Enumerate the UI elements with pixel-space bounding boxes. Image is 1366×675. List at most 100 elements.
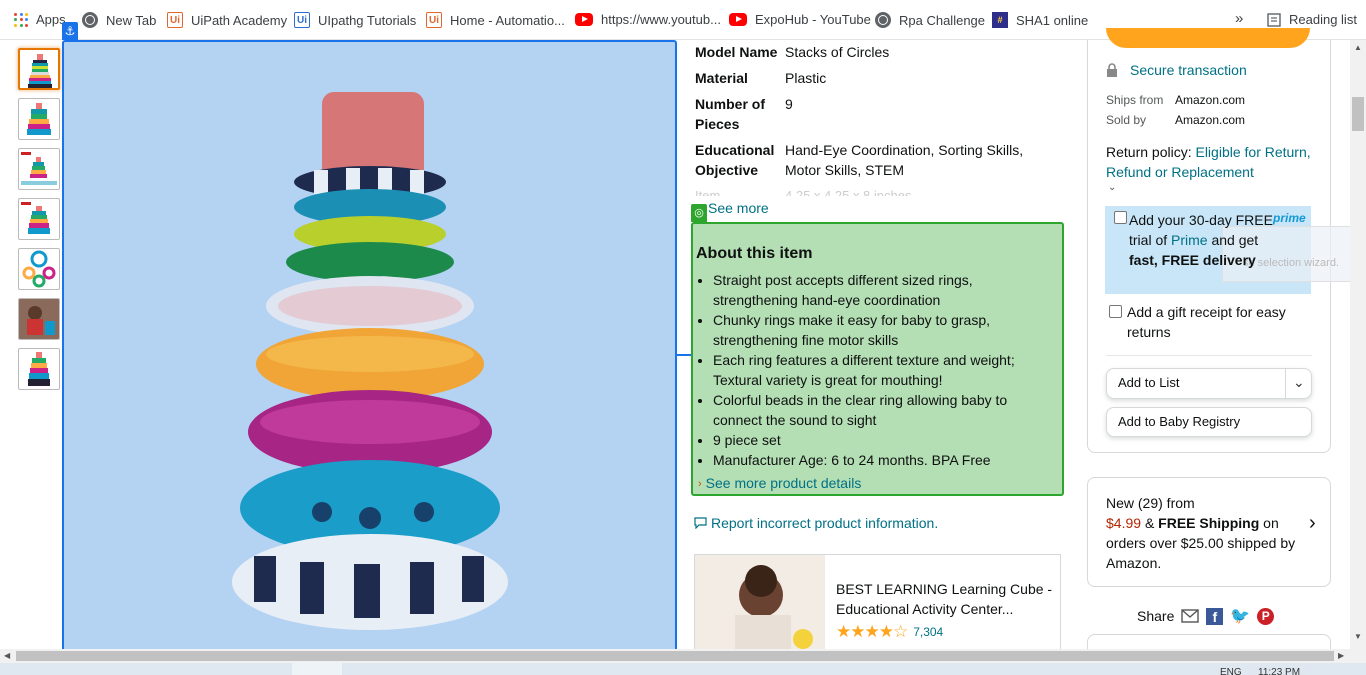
clock[interactable]: 11:23 PM [1258, 667, 1300, 675]
star-rating-icon: ★★★★☆ [836, 622, 908, 641]
bookmark-label: https://www.youtub... [601, 12, 721, 27]
share-row: Share f 🐦 P [1137, 606, 1275, 626]
uipath-icon: Ui [426, 12, 442, 28]
related-rating[interactable]: ★★★★☆ 7,304 [836, 622, 943, 642]
target-icon: ◎ [691, 204, 707, 222]
facebook-icon[interactable]: f [1206, 607, 1224, 625]
ships-from-label: Ships from [1106, 93, 1164, 107]
secure-label: Secure transaction [1130, 62, 1247, 78]
scrollbar-thumb[interactable] [16, 651, 1334, 661]
spec-value: 9 [785, 96, 793, 112]
chevron-down-icon[interactable]: ⌄ [1108, 182, 1116, 193]
buy-now-button[interactable] [1106, 28, 1310, 48]
baby-product-image [695, 555, 825, 649]
list-item: Manufacturer Age: 6 to 24 months. BPA Fr… [713, 450, 1053, 470]
twitter-icon[interactable]: 🐦 [1230, 606, 1250, 626]
spec-label: Item [695, 188, 721, 196]
bookmark-apps[interactable]: Apps [14, 12, 66, 27]
pinterest-icon[interactable]: P [1257, 607, 1275, 625]
connector-line [677, 354, 691, 356]
lock-icon [1107, 63, 1117, 77]
speech-bubble-icon [694, 517, 707, 529]
thumbnail-7[interactable] [18, 348, 60, 390]
see-more-details-link[interactable]: › See more product details [698, 475, 861, 493]
about-this-item: About this item Straight post accepts di… [691, 222, 1064, 496]
chevron-right-icon: › [698, 478, 702, 490]
see-more-details-label: See more product details [705, 475, 862, 491]
stacking-rings-thumbnail [28, 352, 50, 386]
add-to-list-label: Add to List [1118, 375, 1180, 390]
spec-value: Hand-Eye Coordination, Sorting Skills, M… [785, 142, 1024, 178]
new-offers-price: $4.99 [1106, 515, 1142, 531]
thumbnail-6[interactable] [18, 298, 60, 340]
list-item: Straight post accepts different sized ri… [713, 270, 1053, 310]
share-label: Share [1137, 608, 1175, 624]
bookmark-youtube-url[interactable]: https://www.youtub... [575, 12, 721, 27]
reading-list-icon [1267, 12, 1281, 27]
uipath-icon: Ui [167, 12, 183, 28]
secure-transaction[interactable]: Secure transaction [1106, 62, 1247, 78]
bookmark-label: New Tab [106, 12, 157, 28]
apps-grid-icon [14, 12, 28, 27]
about-bullets: Straight post accepts different sized ri… [713, 270, 1053, 470]
horizontal-scrollbar[interactable]: ◀ ▶ [0, 649, 1350, 663]
scroll-left-icon[interactable]: ◀ [4, 651, 10, 660]
see-more-link[interactable]: See more [708, 200, 769, 216]
scroll-down-icon[interactable]: ▼ [1354, 632, 1362, 641]
list-item: Colorful beads in the clear ring allowin… [713, 390, 1053, 430]
report-incorrect-link[interactable]: Report incorrect product information. [694, 515, 938, 531]
spec-label: Material [695, 70, 748, 86]
bookmark-home-automation[interactable]: Ui Home - Automatio... [426, 12, 565, 28]
sha-icon: # [992, 12, 1008, 28]
gift-receipt-label: Add a gift receipt for easy returns [1127, 304, 1286, 340]
bookmark-expohub[interactable]: ExpoHub - YouTube [729, 12, 871, 27]
divider [1285, 369, 1286, 398]
reading-list-button[interactable]: Reading list [1267, 12, 1357, 27]
bookmark-label: UIpathg Tutorials [318, 12, 417, 28]
thumbnail-5[interactable] [18, 248, 60, 290]
bookmark-sha1-online[interactable]: # SHA1 online [992, 12, 1088, 28]
spec-value: 4.25 x 4.25 x 8 inches [785, 188, 912, 196]
stacking-rings-toy-image [232, 92, 508, 630]
add-to-list-button[interactable]: Add to List ⌄ [1106, 368, 1312, 399]
spec-label: Model Name [695, 44, 778, 60]
vertical-scrollbar[interactable]: ▲ ▼ [1350, 40, 1366, 663]
prime-trial-checkbox[interactable] [1114, 211, 1127, 224]
main-product-image[interactable] [62, 40, 677, 657]
taskbar-app[interactable] [292, 663, 342, 675]
rating-count: 7,304 [913, 625, 944, 639]
spec-value: Plastic [785, 70, 827, 86]
stacking-rings-thumbnail [27, 103, 51, 135]
thumbnail-1[interactable] [18, 48, 60, 90]
thumbnail-4[interactable] [18, 198, 60, 240]
bookmark-new-tab[interactable]: New Tab [82, 12, 156, 28]
globe-icon [82, 12, 98, 28]
new-offers-line: New (29) from [1106, 495, 1195, 511]
email-icon[interactable] [1181, 609, 1200, 623]
divider [1106, 355, 1312, 356]
bookmarks-overflow-button[interactable]: » [1235, 10, 1243, 27]
chevron-down-icon[interactable]: ⌄ [1293, 368, 1305, 396]
thumbnail-2[interactable] [18, 98, 60, 140]
chevron-right-icon[interactable]: › [1309, 512, 1316, 535]
prime-link[interactable]: Prime [1171, 232, 1208, 248]
prime-trial-bold: fast, FREE delivery [1129, 252, 1256, 268]
bookmark-uipathg-tutorials[interactable]: Ui UIpathg Tutorials [294, 12, 416, 28]
list-item: 9 piece set [713, 430, 1053, 450]
bookmark-rpa-challenge[interactable]: Rpa Challenge [875, 12, 985, 28]
add-to-baby-registry-button[interactable]: Add to Baby Registry [1106, 407, 1312, 437]
related-product-title[interactable]: BEST LEARNING Learning Cube - Educationa… [836, 579, 1056, 619]
rings-spread-thumbnail [22, 250, 56, 288]
scrollbar-thumb[interactable] [1352, 97, 1364, 131]
uipath-blue-icon: Ui [294, 12, 310, 28]
scroll-right-icon[interactable]: ▶ [1338, 651, 1344, 660]
language-indicator[interactable]: ENG [1220, 667, 1242, 675]
bookmark-uipath-academy[interactable]: Ui UiPath Academy [167, 12, 287, 28]
spec-label: Number of Pieces [695, 96, 765, 132]
gift-receipt-checkbox[interactable] [1109, 305, 1122, 318]
list-item: Chunky rings make it easy for baby to gr… [713, 310, 1053, 350]
new-offers-text[interactable]: New (29) from $4.99 & FREE Shipping on o… [1106, 493, 1306, 573]
related-product-card[interactable]: BEST LEARNING Learning Cube - Educationa… [694, 554, 1061, 649]
scroll-up-icon[interactable]: ▲ [1354, 43, 1362, 52]
thumbnail-3[interactable] [18, 148, 60, 190]
